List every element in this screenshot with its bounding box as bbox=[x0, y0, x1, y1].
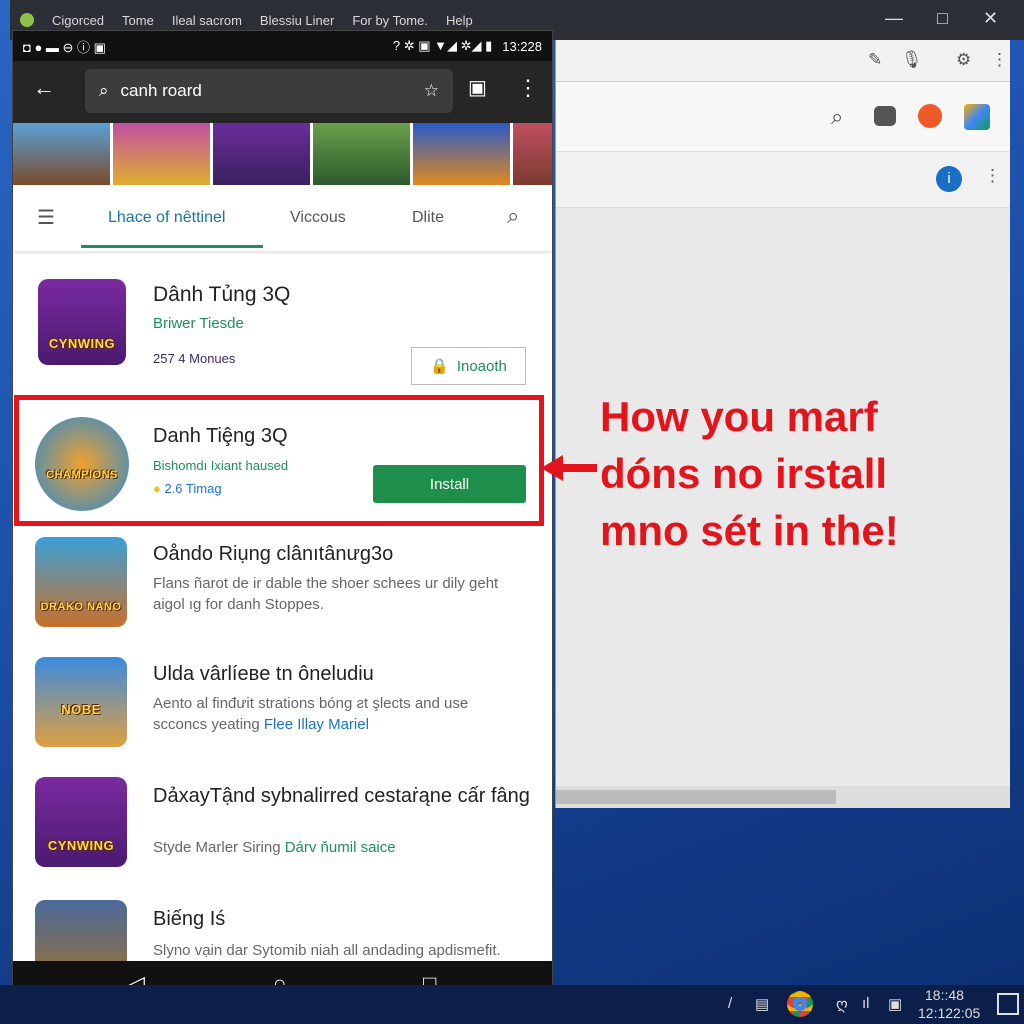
annotation-text: How you marf dóns no irstall mno sét in … bbox=[600, 388, 899, 559]
signal-icon[interactable]: ıl bbox=[862, 995, 870, 1012]
display-icon[interactable]: ▣ bbox=[888, 995, 902, 1013]
app-description: Aento al finđưit strations bóng ƨt şlect… bbox=[153, 693, 523, 735]
search-input[interactable]: ⌕ canh roard ☆ bbox=[85, 69, 453, 113]
menu-item[interactable]: Blessiu Liner bbox=[260, 13, 334, 28]
menu-item[interactable]: Cigorced bbox=[52, 13, 104, 28]
back-arrow-icon[interactable]: ← bbox=[33, 75, 55, 101]
status-icons: ? ✲ ▣ ▼◢ ✲◢ ▮ bbox=[392, 38, 493, 53]
annotation-line: dóns no irstall bbox=[600, 450, 888, 497]
app-icon-text: CYNWING bbox=[47, 838, 115, 853]
app-logo-icon bbox=[20, 13, 34, 27]
tab-featured[interactable]: Lhace of nêttinel bbox=[108, 209, 225, 227]
menu-item[interactable]: Ileal sacrom bbox=[172, 13, 242, 28]
mic-icon[interactable]: 🎙 bbox=[901, 50, 923, 70]
clock-date[interactable]: 12:122:05 bbox=[918, 1005, 980, 1021]
app-description: Slyno vạin dar Sytomib niah all andading… bbox=[153, 942, 501, 959]
app-description: Styde Marler Siring Dárv ňumil saice bbox=[153, 837, 523, 858]
app-icon-text: CYNWING bbox=[48, 336, 116, 351]
app-icon-text: NOBE bbox=[61, 702, 101, 717]
search-icon[interactable]: ⌕ bbox=[507, 203, 519, 229]
active-tab-indicator bbox=[81, 245, 263, 248]
search-icon: ⌕ bbox=[99, 81, 109, 100]
desc-text: Styde Marler Siring bbox=[153, 839, 285, 856]
more-icon[interactable]: ⋮ bbox=[984, 166, 1001, 186]
app-title: DảxayTậnd sybnalirred cestaṙąne cấr fâng bbox=[153, 785, 530, 807]
more-icon[interactable]: ⋮ bbox=[991, 50, 1008, 70]
app-icon-text: DRAKO NANO bbox=[40, 601, 122, 613]
menu-icon[interactable]: ☰ bbox=[37, 205, 55, 230]
app-bar: ← ⌕ canh roard ☆ ▣ ⋮ bbox=[13, 61, 552, 123]
notification-icon[interactable] bbox=[918, 104, 942, 128]
close-button[interactable]: ✕ bbox=[983, 8, 998, 29]
app-icon: CYNWING bbox=[38, 279, 126, 365]
chrome-icon[interactable] bbox=[787, 991, 813, 1017]
horizontal-scrollbar[interactable] bbox=[556, 786, 1010, 808]
app-developer: Briwer Tiesde bbox=[153, 315, 244, 332]
pen-icon[interactable]: / bbox=[728, 995, 732, 1012]
lock-icon: 🔒 bbox=[430, 358, 449, 375]
more-options-icon[interactable]: ⋮ bbox=[517, 75, 539, 101]
highlight-box bbox=[14, 395, 544, 526]
network-icon[interactable]: ▤ bbox=[755, 995, 769, 1013]
tab-dlite[interactable]: Dlite bbox=[412, 209, 444, 227]
star-icon[interactable]: ☆ bbox=[424, 81, 439, 101]
extension-icon[interactable]: ⚙ bbox=[956, 50, 971, 70]
developer-link[interactable]: Flee Illay Mariel bbox=[264, 716, 369, 733]
annotation-line: How you marf bbox=[600, 393, 878, 440]
status-time: 13:228 bbox=[502, 38, 542, 54]
status-bar: ◘ ● ▬ ⊖ ⓘ ▣ ? ✲ ▣ ▼◢ ✲◢ ▮ 13:228 bbox=[13, 31, 552, 61]
app-description: Flans ñarot de ir dable the shoer schees… bbox=[153, 575, 499, 613]
menu-item[interactable]: Tome bbox=[122, 13, 154, 28]
notifications-icon[interactable] bbox=[997, 993, 1019, 1015]
app-title: Dânh Tủng 3Q bbox=[153, 283, 291, 306]
app-icon: CYNWING bbox=[35, 777, 127, 867]
clipboard-icon[interactable]: ▣ bbox=[468, 75, 487, 100]
bag-icon[interactable] bbox=[874, 106, 896, 126]
maximize-button[interactable]: □ bbox=[937, 8, 948, 29]
app-icon: NOBE bbox=[35, 657, 127, 747]
notification-icons: ◘ ● ▬ ⊖ ⓘ ▣ bbox=[23, 39, 106, 55]
app-icon: DRAKO NANO bbox=[35, 537, 127, 627]
open-button[interactable]: 🔒 Inoaoth bbox=[411, 347, 526, 385]
taskbar: / ▤ ღ ıl ▣ 18::48 12:122:05 bbox=[0, 985, 1024, 1024]
developer-link[interactable]: Dárv ňumil saice bbox=[285, 839, 396, 856]
clock-time[interactable]: 18::48 bbox=[925, 987, 964, 1003]
minimize-button[interactable]: — bbox=[885, 8, 903, 29]
info-icon[interactable]: i bbox=[936, 166, 962, 192]
button-label: Inoaoth bbox=[456, 357, 507, 375]
app-title: Biếng Iś bbox=[153, 908, 226, 930]
tab-bar: ☰ Lhace of nêttinel Viccous Dlite ⌕ bbox=[13, 185, 552, 251]
menu-item[interactable]: For by Tome. bbox=[352, 13, 428, 28]
annotation-line: mno sét in the! bbox=[600, 507, 899, 554]
tab-viccous[interactable]: Viccous bbox=[290, 209, 346, 227]
pen-icon[interactable]: ✎ bbox=[868, 50, 882, 70]
search-value: canh roard bbox=[120, 81, 202, 100]
game-banner-strip[interactable] bbox=[13, 123, 552, 185]
apps-icon[interactable] bbox=[964, 104, 990, 130]
arrow-icon bbox=[541, 455, 597, 481]
app-title: Ulda vârlíeвe tn ôneludiu bbox=[153, 663, 374, 685]
app-title: Oåndo Riụng clânıtânưg3o bbox=[153, 543, 394, 565]
tray-icon[interactable]: ღ bbox=[836, 995, 848, 1013]
menu-item[interactable]: Help bbox=[446, 13, 473, 28]
search-icon[interactable]: ⌕ bbox=[831, 104, 843, 130]
